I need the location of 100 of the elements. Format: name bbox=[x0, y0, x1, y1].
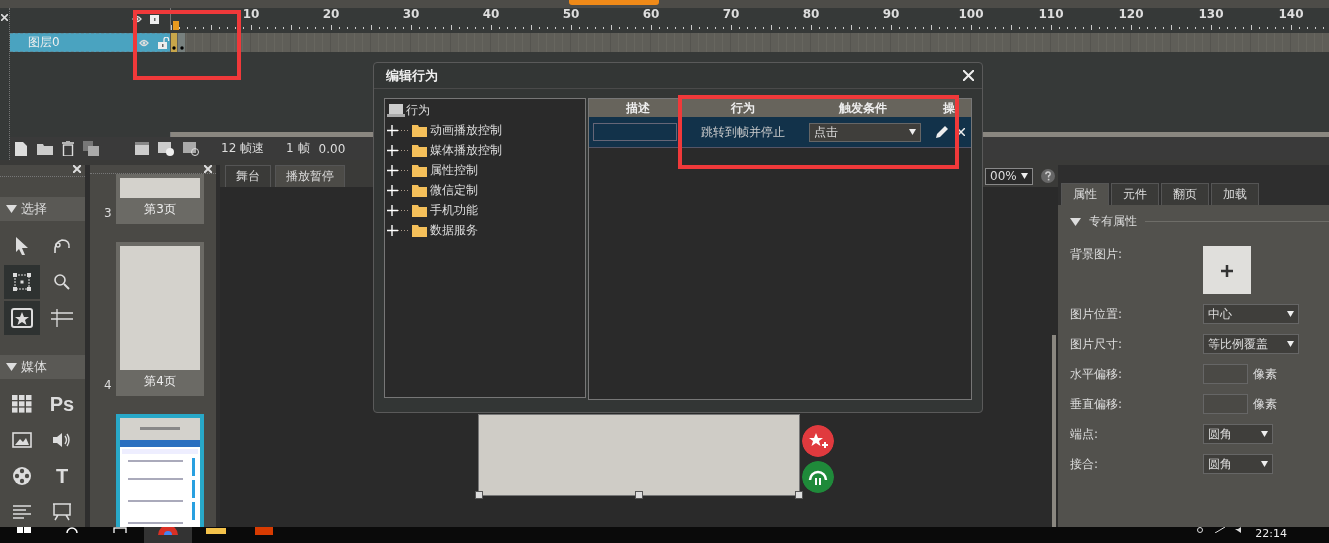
dropdown-arrow-icon bbox=[1261, 461, 1268, 467]
expand-icon[interactable] bbox=[387, 164, 409, 176]
tool-button[interactable] bbox=[4, 265, 40, 299]
ruler-label: 20 bbox=[321, 8, 341, 21]
collapse-icon[interactable] bbox=[6, 363, 17, 371]
section-header[interactable]: 媒体 bbox=[0, 355, 85, 379]
network-icon[interactable] bbox=[1215, 527, 1226, 533]
section-title: 专有属性 bbox=[1089, 213, 1137, 230]
person-icon[interactable] bbox=[1195, 527, 1206, 533]
trash-icon[interactable] bbox=[62, 141, 74, 156]
folder-icon bbox=[412, 143, 427, 157]
close-button[interactable] bbox=[960, 67, 976, 84]
new-page-icon[interactable] bbox=[14, 140, 28, 157]
rotate-icon[interactable] bbox=[802, 461, 834, 493]
page-number: 4 bbox=[103, 378, 113, 394]
panel-tab[interactable]: 加载 bbox=[1211, 183, 1259, 205]
star-frame-icon bbox=[11, 308, 33, 328]
ruler-label: 70 bbox=[721, 8, 741, 21]
close-icon bbox=[962, 70, 974, 81]
pointer-icon bbox=[15, 236, 29, 256]
ruler-label: 140 bbox=[1277, 8, 1305, 21]
expand-icon[interactable] bbox=[387, 124, 409, 136]
table-row[interactable]: 跳转到帧并停止 点击 bbox=[589, 117, 971, 148]
layer-name: 图层0 bbox=[28, 34, 61, 51]
collapse-icon[interactable] bbox=[6, 205, 17, 213]
ruler-label: 130 bbox=[1197, 8, 1225, 21]
expand-icon[interactable] bbox=[387, 144, 409, 156]
ruler-label: 100 bbox=[957, 8, 985, 21]
close-icon[interactable] bbox=[1, 14, 8, 21]
tool-button[interactable] bbox=[4, 301, 40, 335]
close-icon[interactable] bbox=[204, 165, 212, 173]
folder-icon[interactable] bbox=[37, 142, 53, 155]
stage-tab[interactable]: 播放暂停 bbox=[275, 165, 345, 187]
duplicate-icon[interactable] bbox=[83, 141, 99, 156]
tree-item[interactable]: 属性控制 bbox=[430, 161, 478, 179]
page-thumbnail[interactable]: 第3页 bbox=[116, 174, 204, 224]
input-field[interactable] bbox=[593, 123, 677, 141]
frame-rate-label: 12 帧速 bbox=[221, 140, 265, 157]
film-reel-icon bbox=[12, 466, 32, 486]
tree-item[interactable]: 媒体播放控制 bbox=[430, 141, 502, 159]
column-header: 触发条件 bbox=[838, 99, 888, 117]
page-number: 3 bbox=[103, 206, 113, 222]
dropdown-arrow-icon bbox=[909, 129, 916, 135]
tree-item[interactable]: 微信定制 bbox=[430, 181, 478, 199]
pencil-icon[interactable] bbox=[935, 125, 949, 139]
input-field[interactable] bbox=[1203, 364, 1248, 384]
ruler-label: 40 bbox=[481, 8, 501, 21]
column-header: 描述 bbox=[625, 99, 651, 117]
expand-icon[interactable] bbox=[387, 224, 409, 236]
collapse-icon[interactable] bbox=[1070, 217, 1081, 226]
close-icon[interactable] bbox=[73, 165, 81, 173]
tree-root[interactable]: 行为 bbox=[406, 102, 430, 119]
frame-label: 1 帧 bbox=[286, 140, 310, 157]
folder-icon bbox=[412, 203, 427, 217]
column-header: 行为 bbox=[730, 99, 756, 117]
tool-button[interactable]: T bbox=[44, 459, 80, 493]
guides-icon bbox=[50, 308, 74, 328]
dropdown[interactable]: 中心 bbox=[1203, 304, 1299, 324]
ruler-label: 80 bbox=[801, 8, 821, 21]
windows-icon[interactable] bbox=[17, 527, 31, 533]
field-label: 图片尺寸: bbox=[1070, 335, 1124, 353]
lock-icon[interactable] bbox=[150, 14, 159, 24]
add-favorite-icon[interactable] bbox=[802, 425, 834, 457]
tool-button[interactable]: Ps bbox=[44, 387, 80, 421]
ruler-label: 90 bbox=[881, 8, 901, 21]
dropdown-arrow-icon bbox=[1261, 431, 1268, 437]
dropdown[interactable]: 圆角 bbox=[1203, 424, 1273, 444]
computer-icon bbox=[387, 103, 405, 118]
tree-item[interactable]: 手机功能 bbox=[430, 201, 478, 219]
frame-add-icon[interactable] bbox=[158, 141, 174, 156]
page-thumbnail[interactable]: 第4页 bbox=[116, 242, 204, 396]
help-icon[interactable] bbox=[1041, 169, 1055, 183]
expand-icon[interactable] bbox=[387, 184, 409, 196]
browser-icon[interactable] bbox=[158, 527, 178, 535]
frame-clear-icon[interactable] bbox=[183, 141, 199, 156]
tree-item[interactable]: 动画播放控制 bbox=[430, 121, 502, 139]
align-left-icon bbox=[12, 505, 32, 519]
section-header[interactable]: 选择 bbox=[0, 197, 85, 221]
ruler-label: 50 bbox=[561, 8, 581, 21]
stage-tab[interactable]: 舞台 bbox=[225, 165, 271, 187]
dropdown[interactable]: 等比例覆盖 bbox=[1203, 334, 1299, 354]
field-label: 垂直偏移: bbox=[1070, 395, 1124, 413]
zoom-select[interactable]: 00% bbox=[985, 167, 1033, 185]
tree-item[interactable]: 数据服务 bbox=[430, 221, 478, 239]
ruler-label: 30 bbox=[401, 8, 421, 21]
expand-icon[interactable] bbox=[387, 204, 409, 216]
delete-icon[interactable] bbox=[957, 128, 965, 136]
image-icon bbox=[12, 432, 32, 448]
search-icon[interactable] bbox=[66, 527, 78, 533]
task-view-icon[interactable] bbox=[112, 527, 128, 533]
panel-tab[interactable]: 翻页 bbox=[1161, 183, 1209, 205]
dropdown[interactable]: 圆角 bbox=[1203, 454, 1273, 474]
dialog-title: 编辑行为 bbox=[386, 66, 438, 85]
dropdown[interactable]: 点击 bbox=[809, 122, 921, 142]
input-field[interactable] bbox=[1203, 394, 1248, 414]
playhead bbox=[173, 21, 179, 30]
panel-tab[interactable]: 元件 bbox=[1111, 183, 1159, 205]
panel-tab[interactable]: 属性 bbox=[1061, 183, 1109, 205]
scrollbar[interactable] bbox=[1052, 335, 1056, 527]
folder-icon[interactable] bbox=[206, 527, 226, 534]
